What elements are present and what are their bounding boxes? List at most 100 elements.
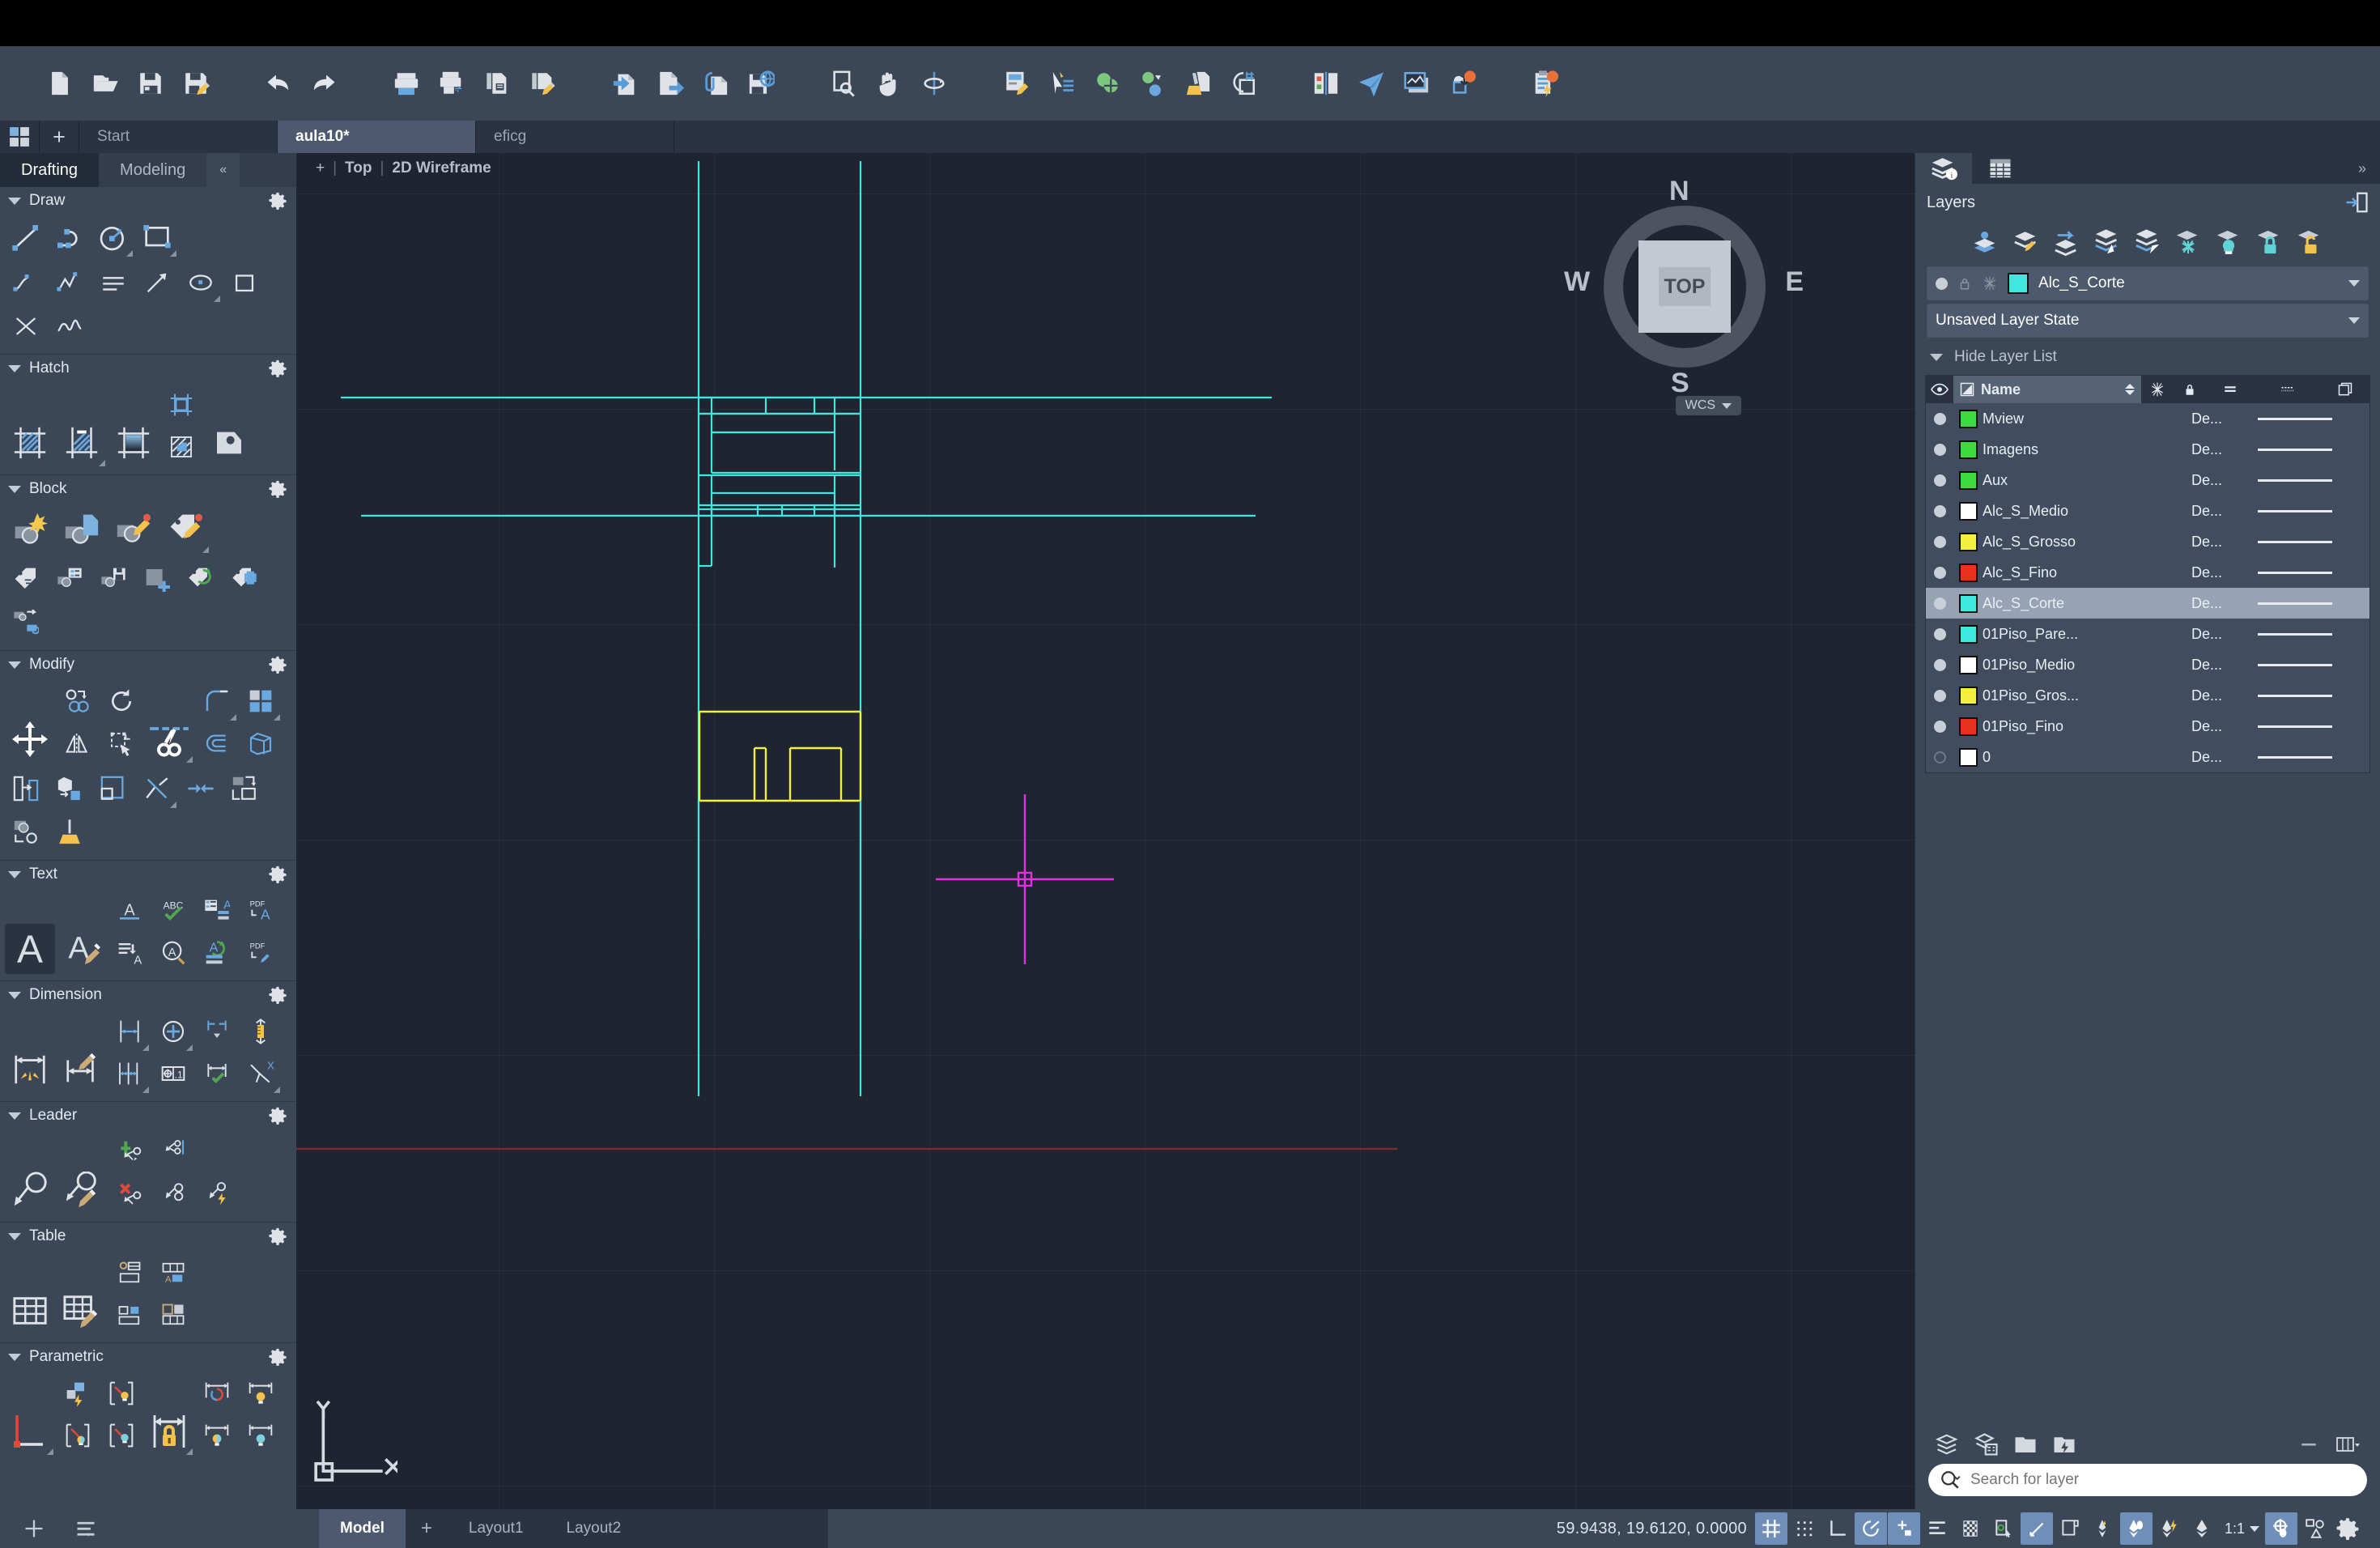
annotation-scale-selector[interactable]: 1:1 xyxy=(2220,1520,2264,1537)
spline-tool[interactable] xyxy=(5,262,47,304)
layer-color-swatch[interactable] xyxy=(1953,501,1983,521)
layer-make-current-button[interactable] xyxy=(1967,225,2004,259)
column-linetype[interactable] xyxy=(2255,376,2321,403)
panel-table-header[interactable]: Table xyxy=(0,1223,296,1250)
layer-state-combo[interactable]: Unsaved Layer State xyxy=(1927,304,2369,338)
sort-arrows-icon[interactable] xyxy=(2125,384,2135,395)
multileader-tool[interactable] xyxy=(5,1165,55,1215)
gear-icon[interactable] xyxy=(269,1227,287,1245)
new-file-button[interactable] xyxy=(37,61,83,106)
new-property-filter-button[interactable] xyxy=(2045,1428,2084,1461)
copy-tool[interactable] xyxy=(57,680,99,722)
continue-dim-tool[interactable] xyxy=(196,1010,238,1053)
layer-visibility-toggle[interactable] xyxy=(1926,443,1953,456)
layer-lock-button[interactable] xyxy=(2250,225,2288,259)
layer-visibility-toggle[interactable] xyxy=(1926,504,1953,517)
baseline-dim-tool[interactable] xyxy=(108,1053,151,1095)
layer-row[interactable]: 01Piso_Gros... De... xyxy=(1926,680,2369,711)
dim-check-tool[interactable] xyxy=(196,1053,238,1095)
merge-cell-tool[interactable] xyxy=(108,1294,151,1336)
layer-linetype[interactable] xyxy=(2258,632,2369,636)
chevron-down-icon[interactable] xyxy=(2348,280,2360,287)
save-button[interactable] xyxy=(128,61,173,106)
isolate-objects-button[interactable] xyxy=(2298,1512,2331,1545)
document-tab-aula10[interactable]: aula10* xyxy=(278,121,476,153)
attach-clip-button[interactable] xyxy=(693,61,738,106)
polygon-tool[interactable] xyxy=(223,262,266,304)
new-group-filter-button[interactable] xyxy=(2006,1428,2045,1461)
layer-row[interactable]: 0 De... xyxy=(1926,742,2369,772)
panel-leader-header[interactable]: Leader xyxy=(0,1102,296,1129)
drawing-canvas[interactable]: + | Top | 2D Wireframe N E S W TOP WCS xyxy=(296,153,1915,1509)
tab-layers[interactable]: i xyxy=(1915,153,1972,184)
layer-unisolate-button[interactable] xyxy=(2129,225,2166,259)
layer-color-swatch[interactable] xyxy=(1953,563,1983,582)
layer-linetype[interactable] xyxy=(2258,755,2369,759)
panel-hatch-header[interactable]: Hatch xyxy=(0,355,296,382)
column-lock[interactable] xyxy=(2174,376,2206,403)
sync-attributes-tool[interactable] xyxy=(180,558,222,600)
layer-linetype[interactable] xyxy=(2258,540,2369,543)
trim-tool[interactable] xyxy=(144,714,194,764)
import-file-button[interactable] xyxy=(602,61,648,106)
point-style-button[interactable] xyxy=(1130,61,1175,106)
explode-tool[interactable] xyxy=(136,768,178,810)
layer-color-swatch[interactable] xyxy=(1953,470,1983,490)
define-attribute-tool[interactable] xyxy=(160,504,210,555)
cloud-download-button[interactable] xyxy=(1439,61,1485,106)
layer-properties-button[interactable] xyxy=(1967,1428,2006,1461)
find-text-tool[interactable]: A xyxy=(152,932,194,974)
rectangle-tool[interactable] xyxy=(136,216,178,258)
remove-leader-tool[interactable] xyxy=(108,1173,151,1215)
gear-icon[interactable] xyxy=(269,480,287,498)
customization-button[interactable] xyxy=(2331,1512,2364,1545)
pan-hand-button[interactable] xyxy=(866,61,912,106)
table-tool[interactable] xyxy=(5,1286,55,1336)
zoom-window-button[interactable] xyxy=(821,61,866,106)
current-layer-color-swatch[interactable] xyxy=(2008,273,2029,294)
layer-off-button[interactable] xyxy=(2210,225,2247,259)
layer-linetype[interactable] xyxy=(2258,448,2369,451)
plot-button[interactable] xyxy=(384,61,429,106)
panel-modify-header[interactable]: Modify xyxy=(0,651,296,678)
workspace-switch-button[interactable] xyxy=(2265,1512,2297,1545)
dwg-compare-button[interactable] xyxy=(1303,61,1349,106)
layer-row[interactable]: Imagens De... xyxy=(1926,434,2369,465)
param-hide-tool[interactable] xyxy=(196,1414,238,1457)
gear-icon[interactable] xyxy=(269,1348,287,1366)
document-tab-start[interactable]: Start xyxy=(79,121,278,153)
object-snap-tracking-toggle[interactable] xyxy=(1921,1512,1953,1545)
document-tab-eficg[interactable]: eficg xyxy=(476,121,674,153)
layer-search-input[interactable] xyxy=(1969,1470,2356,1490)
table-data-tool[interactable] xyxy=(152,1294,194,1336)
dock-panel-icon[interactable] xyxy=(2344,190,2369,215)
viewport-add-button[interactable]: + xyxy=(308,159,333,177)
circle-tool[interactable] xyxy=(92,216,134,258)
view-cube[interactable]: N E S W TOP xyxy=(1564,176,1804,398)
join-tool[interactable] xyxy=(180,768,222,810)
group-objects-button[interactable] xyxy=(1085,61,1130,106)
viewport-view-label[interactable]: Top xyxy=(337,159,380,177)
gear-icon[interactable] xyxy=(269,1107,287,1125)
layer-visibility-toggle[interactable] xyxy=(1926,566,1953,579)
layer-row[interactable]: 01Piso_Pare... De... xyxy=(1926,619,2369,649)
panel-text-header[interactable]: Text xyxy=(0,861,296,888)
hatch-set-origin-tool[interactable] xyxy=(160,426,202,468)
3d-solid-tool[interactable] xyxy=(240,722,282,764)
revision-cloud-tool[interactable] xyxy=(49,305,91,347)
annotation-scale-toggle[interactable] xyxy=(2187,1512,2219,1545)
layer-visibility-toggle[interactable] xyxy=(1926,720,1953,733)
pdf-convert-tool[interactable]: PDF xyxy=(240,932,282,974)
menu-list-icon[interactable] xyxy=(74,1517,97,1540)
chevron-down-icon[interactable] xyxy=(2348,317,2360,324)
gear-icon[interactable] xyxy=(269,865,287,883)
layer-visibility-toggle[interactable] xyxy=(1926,412,1953,425)
send-plane-button[interactable] xyxy=(1349,61,1394,106)
properties-button[interactable] xyxy=(994,61,1039,106)
ellipse-tool[interactable] xyxy=(180,262,222,304)
layer-linetype[interactable] xyxy=(2258,725,2369,728)
layer-previous-button[interactable] xyxy=(2048,225,2085,259)
undo-button[interactable] xyxy=(256,61,301,106)
panel-block-header[interactable]: Block xyxy=(0,475,296,503)
dynamic-input-toggle[interactable] xyxy=(2020,1512,2053,1545)
